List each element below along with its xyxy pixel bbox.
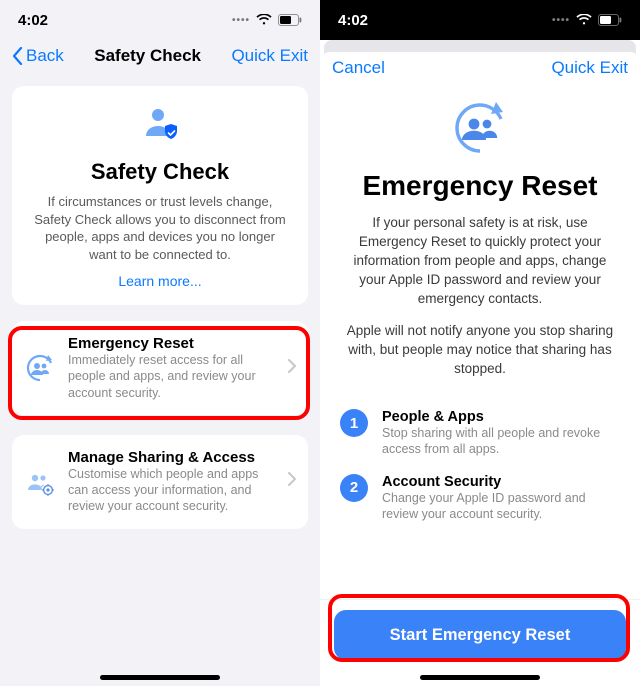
steps-list: 1 People & Apps Stop sharing with all pe…: [340, 409, 620, 522]
person-shield-icon: [140, 104, 180, 144]
sheet-nav: Cancel Quick Exit: [320, 52, 640, 88]
chevron-right-icon: [288, 359, 296, 378]
nav-title: Safety Check: [94, 46, 201, 66]
safety-check-intro-card: Safety Check If circumstances or trust l…: [12, 86, 308, 305]
emergency-reset-screen: 4:02 •••• Cancel Quick Exit: [320, 0, 640, 686]
people-gear-icon: [24, 466, 56, 498]
quick-exit-button[interactable]: Quick Exit: [231, 46, 308, 66]
step-desc: Change your Apple ID password and review…: [382, 490, 620, 523]
emergency-reset-row[interactable]: Emergency Reset Immediately reset access…: [12, 321, 308, 415]
status-indicators: ••••: [552, 14, 622, 26]
page-desc-1: If your personal safety is at risk, use …: [320, 214, 640, 308]
manage-sharing-title: Manage Sharing & Access: [68, 449, 276, 466]
back-button[interactable]: Back: [12, 46, 64, 66]
cell-dots-icon: ••••: [552, 15, 570, 26]
reset-people-icon: [448, 96, 512, 160]
page-desc-2: Apple will not notify anyone you stop sh…: [320, 322, 640, 379]
step-item: 1 People & Apps Stop sharing with all pe…: [340, 409, 620, 458]
emergency-reset-title: Emergency Reset: [68, 335, 276, 352]
status-bar: 4:02 ••••: [0, 0, 320, 40]
step-number: 2: [340, 474, 368, 502]
step-item: 2 Account Security Change your Apple ID …: [340, 474, 620, 523]
manage-sharing-desc: Customise which people and apps can acce…: [68, 466, 276, 515]
battery-icon: [278, 14, 302, 26]
cancel-button[interactable]: Cancel: [332, 58, 385, 78]
step-title: Account Security: [382, 474, 620, 490]
safety-check-screen: 4:02 •••• Back Safety Check Quick Exit: [0, 0, 320, 686]
home-indicator[interactable]: [420, 675, 540, 680]
quick-exit-button[interactable]: Quick Exit: [551, 58, 628, 78]
step-desc: Stop sharing with all people and revoke …: [382, 425, 620, 458]
step-number: 1: [340, 409, 368, 437]
emergency-reset-desc: Immediately reset access for all people …: [68, 352, 276, 401]
status-time: 4:02: [338, 12, 368, 29]
status-indicators: ••••: [232, 14, 302, 26]
reset-people-icon: [24, 352, 56, 384]
home-indicator[interactable]: [100, 675, 220, 680]
bottom-bar: Start Emergency Reset: [320, 599, 640, 686]
chevron-left-icon: [12, 47, 24, 65]
cell-dots-icon: ••••: [232, 15, 250, 26]
chevron-right-icon: [288, 472, 296, 491]
status-time: 4:02: [18, 12, 48, 29]
manage-sharing-row[interactable]: Manage Sharing & Access Customise which …: [12, 435, 308, 529]
wifi-icon: [256, 14, 272, 26]
back-label: Back: [26, 46, 64, 66]
start-emergency-reset-button[interactable]: Start Emergency Reset: [334, 610, 626, 660]
wifi-icon: [576, 14, 592, 26]
intro-desc: If circumstances or trust levels change,…: [30, 193, 290, 263]
battery-icon: [598, 14, 622, 26]
intro-title: Safety Check: [30, 159, 290, 185]
step-title: People & Apps: [382, 409, 620, 425]
status-bar: 4:02 ••••: [320, 0, 640, 40]
nav-bar: Back Safety Check Quick Exit: [0, 40, 320, 76]
page-title: Emergency Reset: [340, 170, 620, 202]
learn-more-link[interactable]: Learn more...: [118, 273, 201, 289]
